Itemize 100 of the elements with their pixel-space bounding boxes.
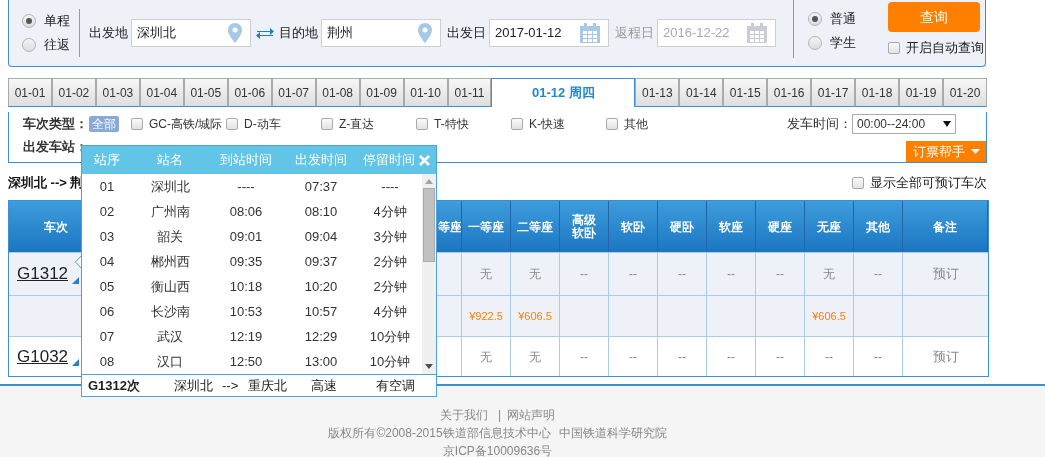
seat-availability: -- <box>678 348 686 366</box>
caret-icon <box>970 149 980 154</box>
radio-button[interactable] <box>22 14 36 28</box>
timetable-cell-text: 09:01 <box>228 228 264 247</box>
date-tab[interactable]: 01-11 <box>447 78 492 107</box>
scroll-up-arrow-icon[interactable] <box>425 179 433 185</box>
timetable-cell-text: 3分钟 <box>372 228 408 247</box>
seat-availability: -- <box>629 348 637 366</box>
date-tab[interactable]: 01-16 <box>767 78 812 107</box>
seat-availability: -- <box>874 348 882 366</box>
timetable-cell-text: 10分钟 <box>368 328 412 347</box>
date-tab[interactable]: 01-09 <box>359 78 404 107</box>
date-tab[interactable]: 01-10 <box>403 78 448 107</box>
date-tab[interactable]: 01-06 <box>227 78 272 107</box>
text-field[interactable]: 2017-01-12 <box>489 19 609 47</box>
timetable-cell-text: 12:50 <box>228 353 264 372</box>
date-tab[interactable]: 01-12 周四 <box>491 78 636 107</box>
train-code: G1312次 <box>88 376 142 395</box>
column-header: 备注 <box>933 218 957 236</box>
text-field[interactable]: 深圳北 <box>131 19 251 47</box>
seat-availability: 无 <box>480 348 492 366</box>
location-pin-icon[interactable] <box>228 23 242 43</box>
checkbox-label: T-特快 <box>434 116 469 133</box>
triangle-icon[interactable] <box>72 276 80 284</box>
date-tab[interactable]: 01-19 <box>899 78 943 107</box>
seat-availability: -- <box>580 348 588 366</box>
date-tab[interactable]: 01-04 <box>139 78 184 107</box>
scrollbar[interactable] <box>422 174 436 375</box>
close-icon[interactable] <box>419 155 430 166</box>
checkbox-label: 其他 <box>624 116 648 133</box>
timetable-cell-text: 郴州西 <box>149 253 191 272</box>
seat-availability: -- <box>678 266 686 283</box>
date-tab[interactable]: 01-01 <box>8 78 52 107</box>
date-tab[interactable]: 01-03 <box>95 78 140 107</box>
date-tab[interactable]: 01-18 <box>855 78 900 107</box>
column-header: 一等座 <box>468 218 504 236</box>
timetable-cell-text: 4分钟 <box>372 303 408 322</box>
column-header: 高级软卧 <box>571 213 597 240</box>
timetable-cell-text: 衡山西 <box>149 278 191 297</box>
seat-availability: 无 <box>823 266 835 283</box>
scroll-down-arrow-icon[interactable] <box>425 364 433 370</box>
seat-availability: 无 <box>480 266 492 283</box>
calendar-icon[interactable] <box>580 23 600 43</box>
timetable-cell-text: 08:06 <box>228 203 264 222</box>
book-link[interactable]: 预订 <box>932 346 959 367</box>
checkbox[interactable] <box>226 118 238 130</box>
icp-text: 京ICP备10009636号 <box>442 443 553 457</box>
dropdown-arrow-icon <box>943 121 951 127</box>
timetable-cell-text: 07:37 <box>303 178 339 197</box>
footer-link[interactable]: 关于我们 <box>439 406 488 424</box>
checkbox[interactable] <box>852 177 864 189</box>
timetable-cell-text: 08:10 <box>303 203 339 222</box>
route-arrow: --> <box>222 376 240 395</box>
radio-button[interactable] <box>808 12 822 26</box>
timetable-cell-text: 武汉 <box>156 328 184 347</box>
column-header: 软卧 <box>621 218 645 236</box>
checkbox[interactable] <box>511 118 523 130</box>
checkbox[interactable] <box>606 118 618 130</box>
seat-availability: -- <box>727 266 735 283</box>
radio-button[interactable] <box>808 36 822 50</box>
institute-text: 中国铁道科学研究院 <box>558 425 667 442</box>
timetable-cell-text: 10:18 <box>228 278 264 297</box>
radio-button[interactable] <box>22 38 36 52</box>
seat-availability: -- <box>874 266 882 283</box>
timetable-cell-text: ---- <box>380 178 400 197</box>
field-label: 出发地 <box>89 24 128 43</box>
time-select[interactable]: 00:00--24:00 <box>852 114 956 134</box>
timetable-cell-text: 05 <box>98 278 116 297</box>
timetable-cell-text: 汉口 <box>156 353 184 372</box>
location-pin-icon[interactable] <box>418 23 432 43</box>
timetable-cell-text: 12:29 <box>303 328 339 347</box>
checkbox[interactable] <box>416 118 428 130</box>
column-header: 等座 <box>438 218 461 236</box>
timetable-cell-text: 2分钟 <box>372 253 408 272</box>
date-tab[interactable]: 01-14 <box>679 78 724 107</box>
train-number-link[interactable]: G1032 <box>17 343 69 370</box>
timetable-cell-text: 10:53 <box>228 303 264 322</box>
date-tab[interactable]: 01-17 <box>811 78 856 107</box>
checkbox-label: 显示全部可预订车次 <box>870 174 987 193</box>
column-header: 软座 <box>719 218 743 236</box>
triangle-icon[interactable] <box>72 359 80 366</box>
radio-label: 往返 <box>44 36 70 55</box>
date-tab[interactable]: 01-20 <box>943 78 987 107</box>
checkbox[interactable] <box>321 118 333 130</box>
field-label: 返程日 <box>615 24 654 43</box>
date-tab[interactable]: 01-08 <box>315 78 360 107</box>
checkbox[interactable] <box>131 118 143 130</box>
copyright-text: 版权所有©2008-2015铁道部信息技术中心 <box>328 425 551 442</box>
terminal-station: 重庆北 <box>248 376 288 395</box>
train-number-link[interactable]: G1312 <box>17 261 69 287</box>
checkbox[interactable] <box>888 41 900 54</box>
swap-icon[interactable] <box>255 26 275 40</box>
text-field[interactable]: 荆州 <box>321 19 441 47</box>
timetable-cell-text: 04 <box>98 253 116 272</box>
timetable-cell-text: 09:35 <box>228 253 264 272</box>
date-tab[interactable]: 01-02 <box>51 78 96 107</box>
date-tab[interactable]: 01-13 <box>635 78 680 107</box>
date-tab[interactable]: 01-07 <box>271 78 316 107</box>
date-tab[interactable]: 01-15 <box>723 78 768 107</box>
date-tab[interactable]: 01-05 <box>183 78 228 107</box>
